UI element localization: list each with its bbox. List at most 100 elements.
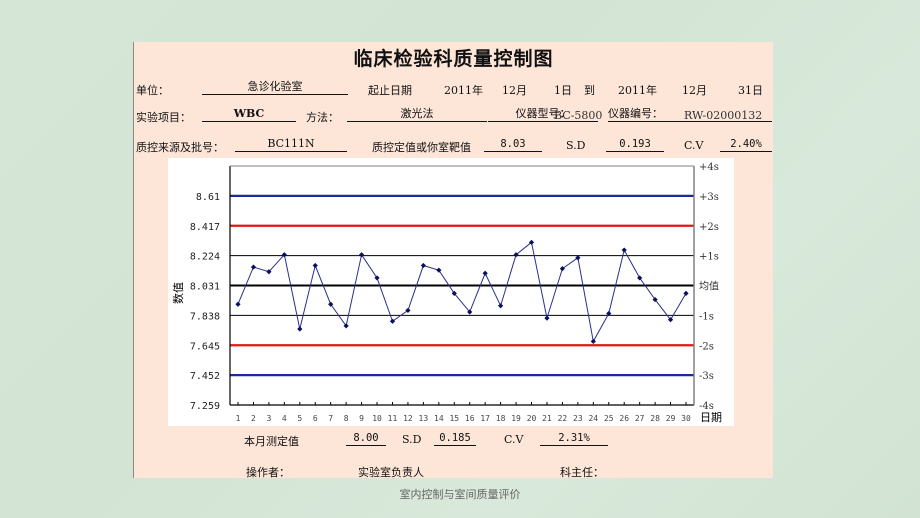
x-tick-label: 2 xyxy=(251,414,256,423)
target-label: 质控定值或你室靶值 xyxy=(372,141,471,154)
cv-label: C.V xyxy=(684,139,704,152)
y-tick-label: 8.224 xyxy=(190,252,220,263)
sd-label: S.D xyxy=(566,139,586,152)
x-axis-label: 日期 xyxy=(700,411,722,424)
x-tick-label: 29 xyxy=(666,414,676,423)
x-tick-label: 12 xyxy=(403,414,413,423)
x-tick-label: 15 xyxy=(449,414,459,423)
sigma-label: +2s xyxy=(699,222,719,233)
data-point xyxy=(544,315,550,321)
x-tick-label: 10 xyxy=(372,414,382,423)
data-point xyxy=(621,247,627,253)
data-point xyxy=(498,303,504,309)
data-point xyxy=(374,275,380,281)
y-tick-label: 7.838 xyxy=(190,311,220,322)
y-tick-label: 8.61 xyxy=(196,192,220,203)
source-label: 质控来源及批号： xyxy=(136,141,224,154)
end-year: 2011年 xyxy=(618,84,657,97)
x-tick-label: 21 xyxy=(542,414,552,423)
control-lines xyxy=(230,194,694,377)
x-tick-label: 24 xyxy=(588,414,598,423)
x-tick-label: 20 xyxy=(527,414,537,423)
y-tick-label: 7.259 xyxy=(190,401,220,412)
sigma-label: +1s xyxy=(699,252,719,263)
x-tick-label: 30 xyxy=(681,414,691,423)
y-tick-label: 8.417 xyxy=(190,222,220,233)
start-day: 1日 xyxy=(554,84,572,97)
series-line xyxy=(237,241,687,343)
data-point xyxy=(590,338,596,344)
y-tick-label: 7.645 xyxy=(190,341,220,352)
sigma-label: -2s xyxy=(699,341,714,352)
x-tick-label: 26 xyxy=(619,414,629,423)
data-point xyxy=(297,326,303,332)
x-tick-label: 9 xyxy=(359,414,364,423)
end-month: 12月 xyxy=(682,84,707,97)
start-month: 12月 xyxy=(502,84,527,97)
data-point xyxy=(436,267,442,273)
x-tick-label: 14 xyxy=(434,414,444,423)
period-label: 起止日期 xyxy=(368,84,412,97)
x-tick-label: 1 xyxy=(236,414,241,423)
x-tick-label: 28 xyxy=(650,414,660,423)
month-cv-value: 2.31% xyxy=(540,431,608,446)
cv-value: 2.40% xyxy=(720,137,772,152)
x-tick-label: 23 xyxy=(573,414,583,423)
data-point xyxy=(683,290,689,296)
x-tick-label: 11 xyxy=(388,414,398,423)
sigma-label: +3s xyxy=(699,192,719,203)
data-point xyxy=(358,252,365,258)
x-tick-label: 13 xyxy=(419,414,429,423)
levey-jennings-chart: 8.61 8.417 8.224 8.031 7.838 7.645 7.452 7.259 +… xyxy=(172,162,722,424)
y-tick-label: 8.031 xyxy=(190,282,220,293)
dept-head-label: 科主任： xyxy=(560,466,604,479)
target-value: 8.03 xyxy=(484,137,542,152)
sigma-label: -3s xyxy=(699,371,714,382)
data-point xyxy=(420,262,426,269)
x-tick-label: 27 xyxy=(635,414,645,423)
x-tick-label: 16 xyxy=(465,414,475,423)
data-point xyxy=(250,264,257,270)
y-axis-label: 数值 xyxy=(172,282,185,304)
item-value: WBC xyxy=(202,107,296,122)
month-sd-value: 0.185 xyxy=(434,431,476,446)
x-tick-label: 7 xyxy=(328,414,333,423)
end-day: 31日 xyxy=(738,84,763,97)
source-value: BC111N xyxy=(235,137,347,152)
x-tick-label: 8 xyxy=(344,414,349,423)
x-tick-label: 4 xyxy=(282,414,287,423)
sigma-label: +4s xyxy=(699,162,719,173)
month-cv-label: C.V xyxy=(504,433,524,446)
to-label: 到 xyxy=(584,84,595,97)
start-year: 2011年 xyxy=(444,84,483,97)
unit-label: 单位： xyxy=(136,84,169,97)
sigma-label: 均值 xyxy=(699,280,719,293)
month-label: 本月测定值 xyxy=(244,435,299,448)
model-value: BC-5800 xyxy=(554,109,603,122)
data-point xyxy=(312,262,318,269)
x-tick-label: 18 xyxy=(496,414,506,423)
page-title: 临床检验科质量控制图 xyxy=(353,48,554,70)
x-tick-label: 3 xyxy=(266,414,271,423)
x-tick-label: 6 xyxy=(313,414,318,423)
sd-value: 0.193 xyxy=(606,137,664,152)
sigma-label: -1s xyxy=(699,311,714,322)
x-tick-label: 22 xyxy=(558,414,568,423)
month-value: 8.00 xyxy=(346,431,386,446)
data-point xyxy=(235,301,241,307)
item-label: 实验项目： xyxy=(136,111,191,124)
x-tick-label: 25 xyxy=(604,414,614,423)
footer-caption: 室内控制与室间质量评价 xyxy=(399,488,521,501)
month-sd-label: S.D xyxy=(402,433,422,446)
qc-chart: 8.61 8.417 8.224 8.031 7.838 7.645 7.452 7.259 +… xyxy=(168,158,734,426)
serial-value: RW-02000132 xyxy=(684,109,763,122)
method-label: 方法： xyxy=(306,111,339,124)
data-point xyxy=(482,270,488,276)
x-tick-label: 5 xyxy=(297,414,302,423)
x-tick-label: 19 xyxy=(511,414,521,423)
method-value: 激光法 xyxy=(347,107,487,122)
x-tick-label: 17 xyxy=(480,414,490,423)
unit-value: 急诊化验室 xyxy=(202,80,348,95)
y-tick-label: 7.452 xyxy=(190,371,220,382)
operator-label: 操作者： xyxy=(246,466,290,479)
